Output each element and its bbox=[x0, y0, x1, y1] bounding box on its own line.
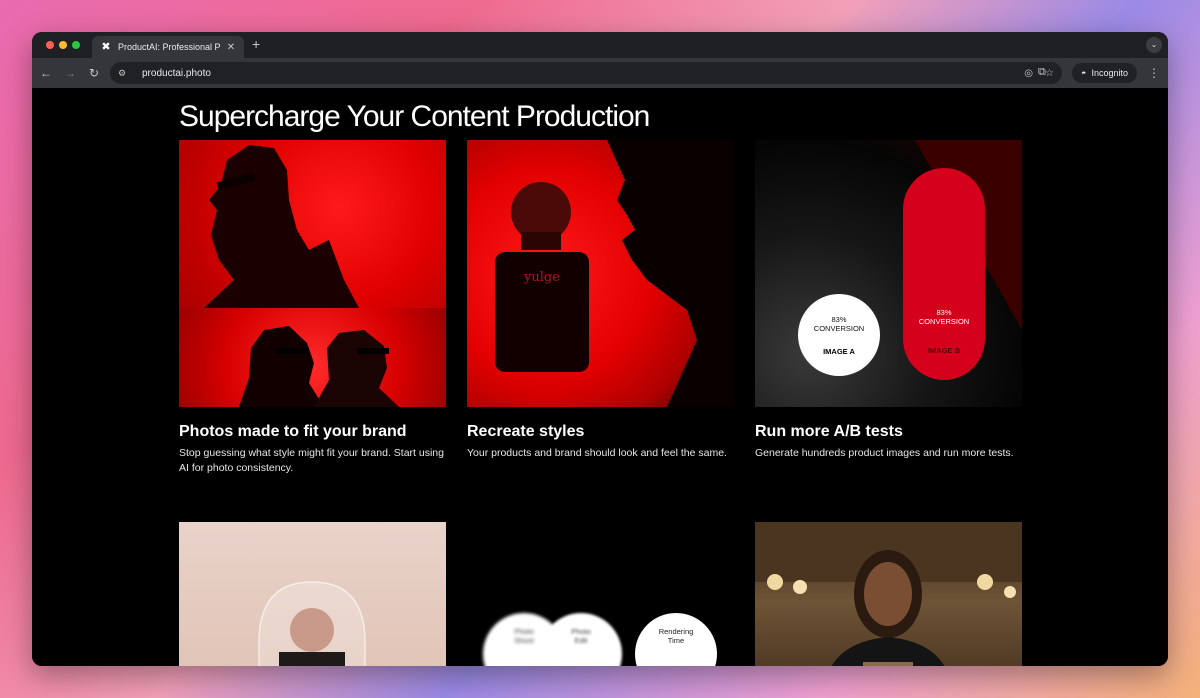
extensions-icon[interactable]: ⧉ bbox=[1038, 66, 1046, 79]
tab-title: ProductAI: Professional Produ bbox=[118, 42, 220, 52]
star-icon[interactable]: ☆ bbox=[1045, 68, 1054, 79]
bubble-label: Edit bbox=[574, 636, 588, 645]
browser-tab[interactable]: ✖ ProductAI: Professional Produ ✕ bbox=[92, 36, 244, 58]
site-info-icon[interactable]: ⚙ bbox=[118, 68, 132, 79]
page-content: Supercharge Your Content Production Phot… bbox=[32, 88, 1168, 666]
minimize-window-button[interactable] bbox=[59, 41, 67, 49]
new-tab-button[interactable]: + bbox=[252, 37, 260, 51]
photo-edit-bubble: Photo Edit bbox=[540, 613, 622, 666]
bubble-label: Rendering bbox=[658, 627, 694, 636]
tab-close-icon[interactable]: ✕ bbox=[226, 42, 236, 53]
two-figures-image bbox=[179, 308, 446, 407]
tab-search-icon[interactable]: ⌄ bbox=[1146, 37, 1162, 53]
image-b-variant: 83% CONVERSION IMAGE B bbox=[903, 168, 985, 380]
url-text[interactable]: productai.photo bbox=[142, 68, 1012, 79]
card-description-styles: Your products and brand should look and … bbox=[467, 447, 727, 459]
ab-test-image: 83% CONVERSION IMAGE B 83% CONVERSION IM… bbox=[755, 140, 1022, 407]
browser-toolbar: ← → ↻ ⚙ productai.photo ◎ ☆ ⧉ ◓ Incognit… bbox=[32, 58, 1168, 88]
incognito-label: Incognito bbox=[1091, 68, 1128, 78]
eye-off-icon[interactable]: ◎ bbox=[1024, 68, 1033, 79]
time-savings-graphic: Photo Shoot Photo Edit Rendering Time bbox=[467, 522, 734, 666]
glass-dome-product-image bbox=[179, 522, 446, 666]
address-bar[interactable]: ⚙ productai.photo ◎ ☆ bbox=[110, 62, 1062, 84]
card-description-ab-tests: Generate hundreds product images and run… bbox=[755, 447, 1014, 459]
a-conversion-label: CONVERSION bbox=[813, 323, 865, 333]
card-description-brand: Stop guessing what style might fit your … bbox=[179, 447, 444, 474]
back-arrow-icon[interactable]: ← bbox=[38, 65, 54, 81]
incognito-indicator[interactable]: ◓ Incognito bbox=[1072, 63, 1137, 83]
bubble-label: Photo bbox=[571, 627, 591, 636]
reload-icon[interactable]: ↻ bbox=[86, 65, 102, 81]
menu-icon[interactable]: ⋮ bbox=[1148, 66, 1160, 80]
title-bar: ✖ ProductAI: Professional Produ ✕ + ⌄ bbox=[32, 32, 1168, 58]
b-conversion-label: CONVERSION bbox=[918, 317, 970, 326]
perfume-brand-text: yulge bbox=[524, 270, 560, 285]
maximize-window-button[interactable] bbox=[72, 41, 80, 49]
card-title-styles: Recreate styles bbox=[467, 423, 585, 440]
a-conversion-value: 83% bbox=[831, 314, 847, 324]
productai-favicon-icon: ✖ bbox=[101, 41, 111, 53]
rendering-time-bubble: Rendering Time bbox=[635, 613, 717, 666]
incognito-icon: ◓ bbox=[1081, 68, 1087, 78]
image-a-label: IMAGE A bbox=[823, 346, 855, 356]
brand-photo-image bbox=[179, 140, 446, 407]
card-title-ab-tests: Run more A/B tests bbox=[755, 423, 903, 440]
card-title-brand: Photos made to fit your brand bbox=[179, 423, 407, 440]
page-title: Supercharge Your Content Production bbox=[179, 100, 650, 133]
close-window-button[interactable] bbox=[46, 41, 54, 49]
profile-portrait-image bbox=[179, 140, 446, 308]
image-a-variant: 83% CONVERSION IMAGE A bbox=[798, 294, 880, 376]
bubble-label: Time bbox=[667, 636, 685, 645]
portrait-model-image bbox=[755, 522, 1022, 666]
forward-arrow-icon[interactable]: → bbox=[62, 65, 78, 81]
b-conversion-value: 83% bbox=[936, 308, 952, 317]
image-b-label: IMAGE B bbox=[927, 346, 961, 355]
perfume-style-image: yulge bbox=[467, 140, 734, 407]
browser-window: ✖ ProductAI: Professional Produ ✕ + ⌄ ← … bbox=[32, 32, 1168, 666]
